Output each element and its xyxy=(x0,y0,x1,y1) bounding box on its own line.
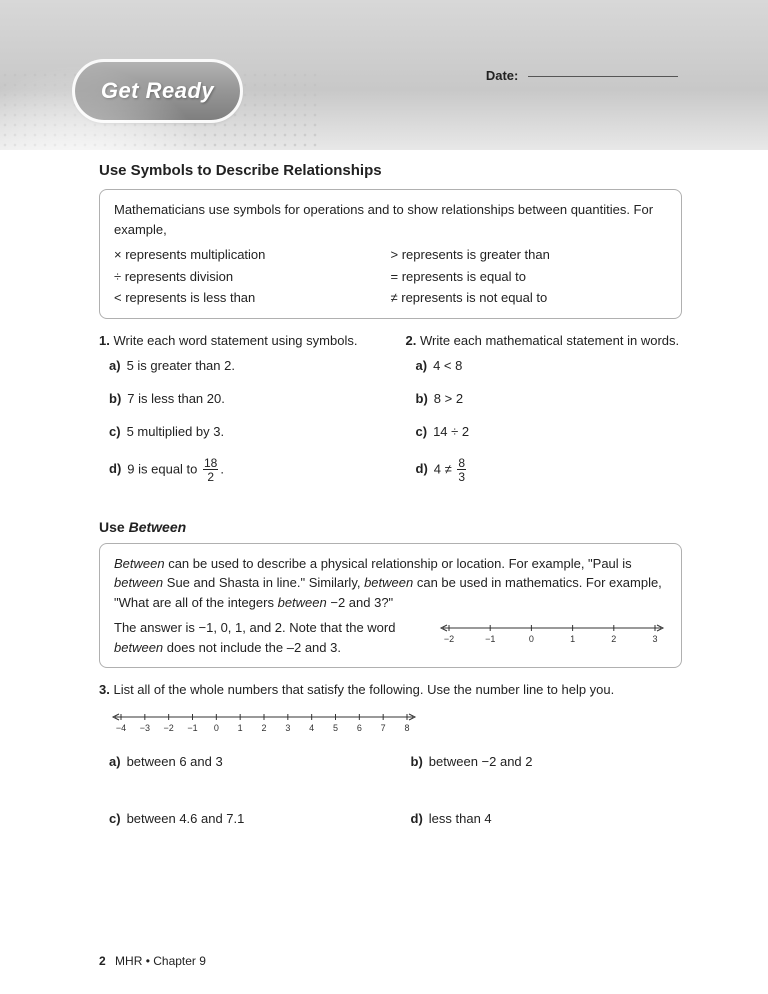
svg-text:−1: −1 xyxy=(485,634,495,644)
q3d-label: d) xyxy=(411,811,423,826)
q3d: less than 4 xyxy=(429,811,492,826)
get-ready-badge: Get Ready xyxy=(75,62,240,120)
q3c: between 4.6 and 7.1 xyxy=(127,811,245,826)
q1-num: 1. xyxy=(99,333,110,348)
sym-0: × represents multiplication xyxy=(114,245,391,265)
svg-text:−1: −1 xyxy=(187,723,197,733)
q1b-label: b) xyxy=(109,391,121,406)
question-1: 1. Write each word statement using symbo… xyxy=(99,333,376,501)
svg-text:−4: −4 xyxy=(116,723,126,733)
q3c-label: c) xyxy=(109,811,121,826)
q3-num: 3. xyxy=(99,682,110,697)
svg-text:6: 6 xyxy=(357,723,362,733)
page-number: 2 xyxy=(99,954,106,968)
between-p1: Between can be used to describe a physic… xyxy=(114,554,667,613)
q1d-pre: 9 is equal to xyxy=(127,461,201,476)
sym-2: ÷ represents division xyxy=(114,267,391,287)
between-p2: The answer is −1, 0, 1, and 2. Note that… xyxy=(114,618,429,657)
q3b: between −2 and 2 xyxy=(429,754,533,769)
intro-text: Mathematicians use symbols for operation… xyxy=(114,200,667,239)
date-label: Date: xyxy=(486,68,519,83)
q2-text: Write each mathematical statement in wor… xyxy=(420,333,679,348)
svg-text:1: 1 xyxy=(238,723,243,733)
svg-text:−2: −2 xyxy=(444,634,454,644)
q1c: 5 multiplied by 3. xyxy=(127,424,225,439)
date-field: Date: xyxy=(486,68,678,83)
svg-text:0: 0 xyxy=(214,723,219,733)
q1a: 5 is greater than 2. xyxy=(127,358,235,373)
q2c: 14 ÷ 2 xyxy=(433,424,469,439)
svg-text:1: 1 xyxy=(570,634,575,644)
svg-text:3: 3 xyxy=(652,634,657,644)
q1a-label: a) xyxy=(109,358,121,373)
svg-text:8: 8 xyxy=(404,723,409,733)
svg-text:0: 0 xyxy=(529,634,534,644)
svg-text:5: 5 xyxy=(333,723,338,733)
question-3: 3. List all of the whole numbers that sa… xyxy=(99,682,682,844)
question-2: 2. Write each mathematical statement in … xyxy=(406,333,683,501)
sym-1: > represents is greater than xyxy=(391,245,668,265)
svg-text:−2: −2 xyxy=(164,723,174,733)
q1-text: Write each word statement using symbols. xyxy=(113,333,357,348)
q2a-label: a) xyxy=(416,358,428,373)
header-band: Get Ready Date: xyxy=(0,0,768,150)
q2-num: 2. xyxy=(406,333,417,348)
q2d-pre: 4 ≠ xyxy=(434,461,456,476)
q3b-label: b) xyxy=(411,754,423,769)
q1c-label: c) xyxy=(109,424,121,439)
page-footer: 2 MHR • Chapter 9 xyxy=(99,954,206,968)
q3a-label: a) xyxy=(109,754,121,769)
svg-text:3: 3 xyxy=(285,723,290,733)
q2d-frac: 83 xyxy=(457,457,466,483)
q2b-label: b) xyxy=(416,391,428,406)
q3a: between 6 and 3 xyxy=(127,754,223,769)
footer-text: MHR • Chapter 9 xyxy=(115,954,206,968)
q3-text: List all of the whole numbers that satis… xyxy=(113,682,614,697)
number-line-small: −2 −1 0 1 2 3 xyxy=(437,618,667,646)
sym-3: = represents is equal to xyxy=(391,267,668,287)
info-box-symbols: Mathematicians use symbols for operation… xyxy=(99,189,682,319)
number-line-large: −4 −3 −2 −1 0 1 2 3 4 5 6 7 8 xyxy=(109,707,419,735)
date-line[interactable] xyxy=(528,76,678,77)
svg-text:2: 2 xyxy=(261,723,266,733)
q2d-label: d) xyxy=(416,461,428,476)
sym-5: ≠ represents is not equal to xyxy=(391,288,668,308)
svg-text:7: 7 xyxy=(381,723,386,733)
section-2-title: Use Between xyxy=(99,519,682,535)
section-1-title: Use Symbols to Describe Relationships xyxy=(99,162,682,179)
q1d-post: . xyxy=(220,461,224,476)
info-box-between: Between can be used to describe a physic… xyxy=(99,543,682,669)
svg-text:−3: −3 xyxy=(140,723,150,733)
sym-4: < represents is less than xyxy=(114,288,391,308)
q1d-label: d) xyxy=(109,461,121,476)
q2c-label: c) xyxy=(416,424,428,439)
svg-text:4: 4 xyxy=(309,723,314,733)
q2a: 4 < 8 xyxy=(433,358,462,373)
q2b: 8 > 2 xyxy=(434,391,463,406)
svg-text:2: 2 xyxy=(611,634,616,644)
q1d-frac: 182 xyxy=(203,457,218,483)
q1b: 7 is less than 20. xyxy=(127,391,225,406)
